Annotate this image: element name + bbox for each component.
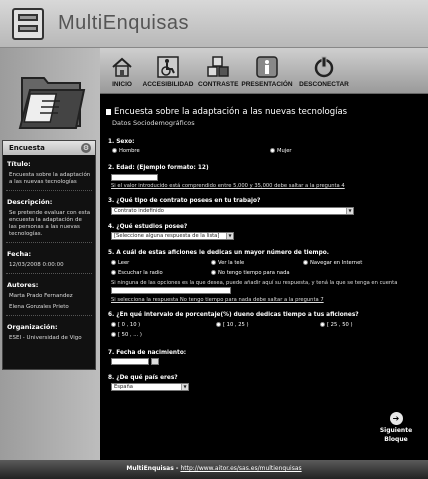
toolbar-presentacion-label: PRESENTACIÓN (241, 81, 293, 88)
q6-option-3[interactable]: [ 25 , 50 ) (320, 322, 353, 328)
radio-icon[interactable] (320, 322, 325, 327)
autor-1: Marta Prado Fernandez (9, 293, 73, 299)
radio-icon[interactable] (211, 270, 216, 275)
q5-option-tele[interactable]: Ver la tele (211, 260, 244, 266)
panel-options-icon[interactable]: ⚙ (81, 143, 91, 153)
survey-subtitle: Datos Sociodemográficos (112, 119, 195, 127)
wheelchair-icon (157, 56, 179, 78)
chevron-down-icon: ▼ (226, 233, 233, 239)
radio-icon[interactable] (270, 148, 275, 153)
toolbar-accesibilidad-label: ACCESIBILIDAD (142, 81, 194, 88)
organizacion-label: Organización: (7, 323, 58, 331)
left-sidebar: Encuesta ⚙ Título: Encuesta sobre la ada… (0, 48, 100, 460)
q2-age-input[interactable] (111, 174, 158, 181)
next-block-button[interactable]: ➔ Siguiente Bloque (376, 412, 416, 443)
top-toolbar: INICIO ACCESIBILIDAD CONTRASTE PRESENTAC… (100, 48, 428, 94)
fecha-label: Fecha: (7, 250, 32, 258)
q5-note-2: Si selecciona la respuesta No tengo tiem… (111, 297, 324, 303)
power-icon (314, 56, 334, 78)
toolbar-contraste[interactable]: CONTRASTE (198, 56, 238, 92)
q4-label: 4. ¿Qué estudios posee? (108, 224, 188, 230)
toolbar-inicio-label: INICIO (112, 81, 132, 88)
toolbar-accesibilidad[interactable]: ACCESIBILIDAD (142, 56, 194, 92)
q8-label: 8. ¿De qué país eres? (108, 375, 178, 381)
q6-label: 6. ¿En qué intervalo de porcentaje(%) du… (108, 312, 359, 318)
arrow-right-icon: ➔ (389, 412, 403, 425)
titulo-value: Encuesta sobre la adaptación a las nueva… (9, 172, 91, 185)
autores-label: Autores: (7, 281, 39, 289)
organizacion-value: ESEI - Universidad de Vigo (9, 335, 82, 341)
q1-option-hombre[interactable]: Hombre (112, 148, 140, 154)
bullet-icon (106, 109, 111, 115)
app-title: MultiEnquisas (58, 12, 190, 34)
q7-label: 7. Fecha de nacimiento: (108, 350, 187, 356)
q3-label: 3. ¿Qué tipo de contrato posees en tu tr… (108, 198, 261, 204)
q2-label: 2. Edad: (Ejemplo formato: 12) (108, 165, 209, 171)
survey-main: Encuesta sobre la adaptación a las nueva… (100, 94, 428, 460)
q5-option-radio[interactable]: Escuchar la radio (111, 270, 163, 276)
survey-title: Encuesta sobre la adaptación a las nueva… (106, 107, 347, 117)
q4-studies-select[interactable]: [Seleccione alguna respuesta de la lista… (111, 232, 234, 240)
q1-label: 1. Sexo: (108, 139, 135, 145)
q5-other-input[interactable] (111, 287, 231, 294)
survey-info-header: Encuesta ⚙ (3, 141, 95, 155)
q7-birthdate-input[interactable] (111, 358, 149, 365)
info-icon (256, 56, 278, 78)
q1-option-mujer[interactable]: Mujer (270, 148, 292, 154)
footer-link[interactable]: http://www.aitor.es/sas.es/multienquisas (180, 465, 301, 472)
toolbar-inicio[interactable]: INICIO (110, 56, 134, 92)
q8-country-select[interactable]: España ▼ (111, 383, 189, 391)
footer-prefix: MultiEnquisas - (126, 465, 181, 472)
contrast-icon (207, 56, 229, 77)
q6-option-4[interactable]: [ 50 , ... ) (111, 332, 142, 338)
descripcion-value: Se pretende evaluar con esta encuesta la… (9, 210, 91, 237)
radio-icon[interactable] (216, 322, 221, 327)
toolbar-presentacion[interactable]: PRESENTACIÓN (240, 56, 294, 92)
chevron-down-icon: ▼ (346, 208, 353, 214)
q5-option-no-tiempo[interactable]: No tengo tiempo para nada (211, 270, 290, 276)
q3-contract-select[interactable]: Contrato indefinido ▼ (111, 207, 354, 215)
toolbar-desconectar[interactable]: DESCONECTAR (296, 56, 352, 92)
q5-option-leer[interactable]: Leer (111, 260, 129, 266)
app-logo-icon (12, 8, 44, 40)
descripcion-label: Descripción: (7, 198, 53, 206)
footer: MultiEnquisas - http://www.aitor.es/sas.… (0, 460, 428, 479)
next-block-label-1: Siguiente (379, 427, 413, 434)
fecha-value: 12/03/2008 0:00:00 (9, 262, 64, 268)
autor-2: Elena Gonzales Prieto (9, 304, 69, 310)
radio-icon[interactable] (112, 148, 117, 153)
next-block-label-2: Bloque (384, 436, 408, 443)
calendar-icon[interactable] (151, 358, 159, 365)
survey-info-panel: Encuesta ⚙ Título: Encuesta sobre la ada… (2, 140, 96, 370)
toolbar-desconectar-label: DESCONECTAR (299, 81, 349, 88)
home-icon (112, 57, 132, 77)
radio-icon[interactable] (303, 260, 308, 265)
q5-note-1: Si ninguna de las opciones es la que des… (111, 280, 398, 286)
folder-icon (0, 48, 100, 140)
q5-option-internet[interactable]: Navegar en Internet (303, 260, 362, 266)
radio-icon[interactable] (211, 260, 216, 265)
app-header: MultiEnquisas (0, 0, 428, 48)
radio-icon[interactable] (111, 322, 116, 327)
titulo-label: Título: (7, 160, 31, 168)
radio-icon[interactable] (111, 260, 116, 265)
q2-note: Si el valor introducido está comprendido… (111, 183, 345, 189)
q6-option-2[interactable]: [ 10 , 25 ) (216, 322, 249, 328)
chevron-down-icon: ▼ (181, 384, 188, 390)
radio-icon[interactable] (111, 270, 116, 275)
radio-icon[interactable] (111, 332, 116, 337)
toolbar-contraste-label: CONTRASTE (198, 81, 239, 88)
q6-option-1[interactable]: [ 0 , 10 ) (111, 322, 140, 328)
q5-label: 5. A cuál de estas aficiones le dedicas … (108, 250, 329, 256)
